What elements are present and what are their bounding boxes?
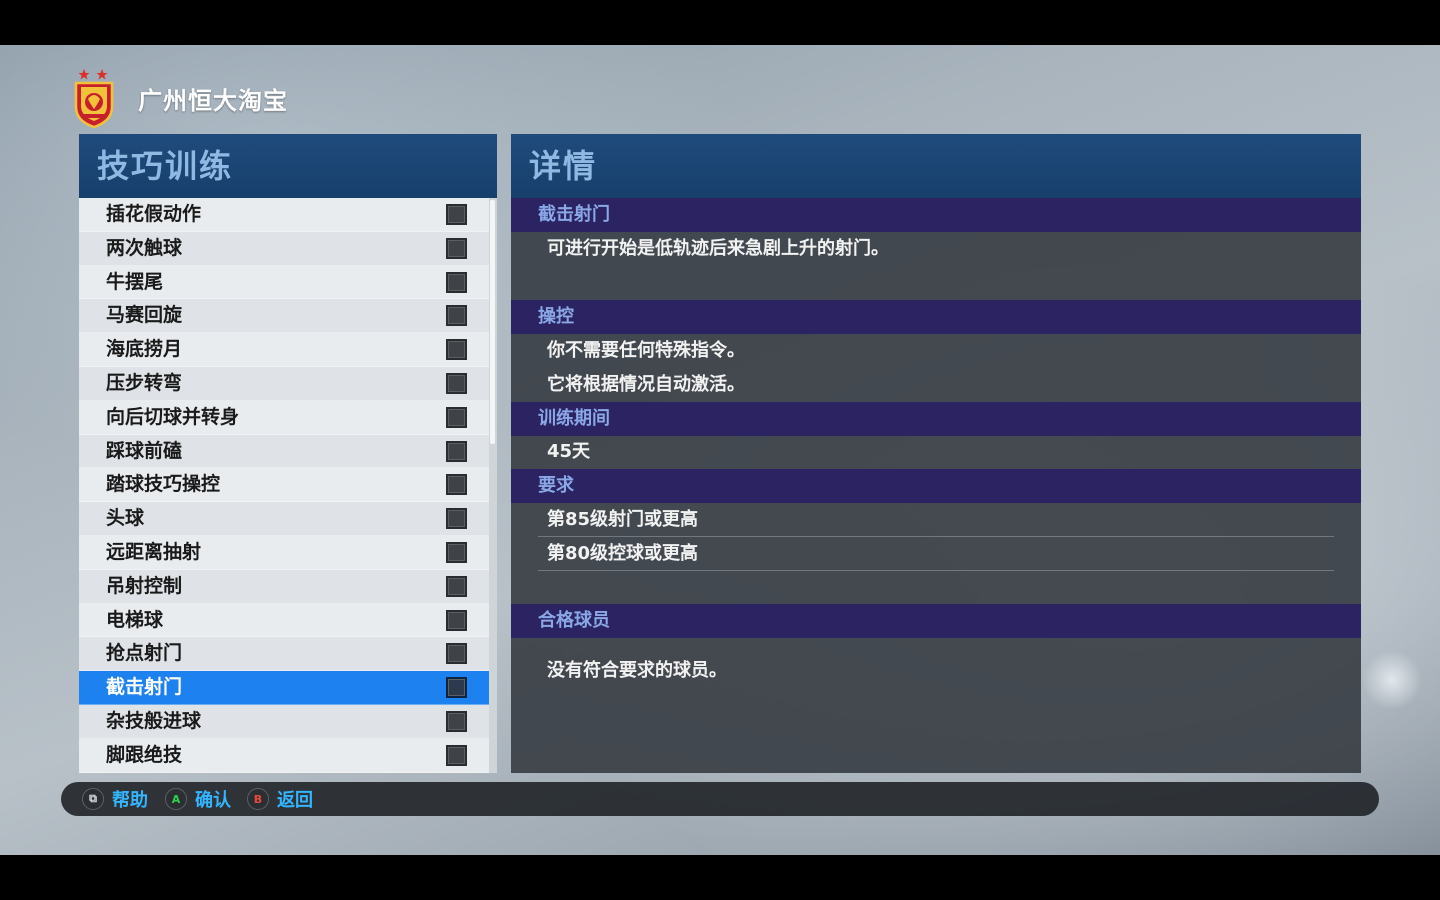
skill-item-label: 海底捞月 [106, 338, 183, 361]
skill-item-label: 脚跟绝技 [106, 743, 183, 766]
requirement-item: 第80级控球或更高 [547, 543, 699, 564]
skill-list-scrollbar[interactable] [489, 198, 497, 773]
skill-checkbox[interactable] [446, 575, 467, 597]
skill-item-label: 踏球技巧操控 [106, 473, 221, 496]
controls-bar: ⧉ 帮助 A 确认 B 返回 [61, 782, 1379, 816]
skill-item-label: 向后切球并转身 [106, 405, 240, 428]
skill-checkbox[interactable] [446, 541, 467, 563]
control-line-2: 它将根据情况自动激活。 [547, 374, 745, 395]
control-line-1: 你不需要任何特殊指令。 [547, 340, 745, 361]
training-period-value: 45天 [547, 441, 591, 462]
back-label: 返回 [277, 790, 313, 811]
skill-checkbox[interactable] [446, 643, 467, 665]
skill-training-title: 技巧训练 [79, 134, 497, 198]
skill-checkbox[interactable] [446, 744, 467, 766]
requirement-item: 第85级射门或更高 [547, 509, 699, 530]
requirement-divider [538, 570, 1334, 571]
skill-item-label: 头球 [106, 507, 145, 530]
skill-checkbox[interactable] [446, 710, 467, 732]
skill-item[interactable]: 踏球技巧操控 [79, 468, 489, 503]
skill-item[interactable]: 杂技般进球 [79, 704, 489, 739]
control-heading: 操控 [511, 300, 1361, 334]
letterbox-bottom [0, 855, 1440, 900]
skill-item-label: 两次触球 [106, 236, 183, 259]
skill-checkbox[interactable] [446, 474, 467, 496]
details-panel: 详情 截击射门 可进行开始是低轨迹后来急剧上升的射门。 操控 你不需要任何特殊指… [511, 134, 1361, 773]
skill-item[interactable]: 抢点射门 [79, 637, 489, 672]
skill-item[interactable]: 踩球前磕 [79, 434, 489, 469]
skill-checkbox[interactable] [446, 237, 467, 259]
skill-checkbox[interactable] [446, 677, 467, 699]
details-title: 详情 [511, 134, 1361, 198]
skill-name-heading: 截击射门 [511, 198, 1361, 232]
confirm-label: 确认 [195, 790, 231, 811]
confirm-control[interactable]: A 确认 [165, 782, 231, 816]
skill-item-label: 插花假动作 [106, 203, 202, 225]
club-crest-icon [74, 69, 114, 129]
skill-checkbox[interactable] [446, 372, 467, 394]
touchpad-button-icon: ⧉ [82, 788, 104, 810]
skill-item-label: 踩球前磕 [106, 439, 183, 462]
help-control[interactable]: ⧉ 帮助 [82, 782, 148, 816]
skill-checkbox[interactable] [446, 339, 467, 361]
skill-item-label: 远距离抽射 [106, 540, 202, 563]
skill-item[interactable]: 头球 [79, 502, 489, 536]
skill-item-label: 电梯球 [106, 608, 164, 631]
skill-item[interactable]: 脚跟绝技 [79, 738, 489, 773]
skill-item[interactable]: 吊射控制 [79, 569, 489, 604]
scrollbar-thumb[interactable] [490, 200, 495, 444]
back-control[interactable]: B 返回 [247, 782, 313, 816]
skill-checkbox[interactable] [446, 440, 467, 462]
eligible-players-heading: 合格球员 [511, 604, 1361, 638]
skill-item[interactable]: 牛摆尾 [79, 265, 489, 300]
skill-item-label: 吊射控制 [106, 574, 183, 597]
requirements-heading: 要求 [511, 469, 1361, 503]
skill-item[interactable]: 电梯球 [79, 603, 489, 638]
background-glow [1362, 650, 1422, 710]
skill-item-label: 马赛回旋 [106, 304, 183, 327]
skill-description: 可进行开始是低轨迹后来急剧上升的射门。 [547, 238, 889, 259]
skill-list: 插花假动作 两次触球 牛摆尾 马赛回旋 海底捞月 压步转弯 向后切球并转身 踩球… [79, 198, 497, 773]
skill-item[interactable]: 海底捞月 [79, 333, 489, 367]
skill-checkbox[interactable] [446, 609, 467, 631]
skill-item-label: 截击射门 [106, 676, 183, 699]
skill-checkbox[interactable] [446, 305, 467, 327]
eligible-players-text: 没有符合要求的球员。 [547, 660, 727, 681]
skill-item-label: 牛摆尾 [106, 270, 164, 293]
skill-training-panel: 技巧训练 插花假动作 两次触球 牛摆尾 马赛回旋 海底捞月 压步转弯 向后切球并… [79, 134, 497, 773]
skill-item-label: 压步转弯 [106, 371, 183, 394]
skill-checkbox[interactable] [446, 271, 467, 293]
skill-item[interactable]: 插花假动作 [79, 198, 489, 232]
help-label: 帮助 [112, 790, 148, 811]
a-button-icon: A [165, 788, 187, 810]
game-screen: 广州恒大淘宝 技巧训练 插花假动作 两次触球 牛摆尾 马赛回旋 海底捞月 压步转… [0, 45, 1440, 855]
skill-item[interactable]: 两次触球 [79, 231, 489, 266]
skill-item[interactable]: 向后切球并转身 [79, 400, 489, 435]
skill-item-label: 杂技般进球 [106, 709, 202, 732]
skill-item[interactable]: 马赛回旋 [79, 299, 489, 334]
skill-checkbox[interactable] [446, 406, 467, 428]
b-button-icon: B [247, 788, 269, 810]
skill-item-label: 抢点射门 [106, 642, 183, 665]
club-name: 广州恒大淘宝 [138, 87, 288, 115]
training-period-heading: 训练期间 [511, 402, 1361, 436]
skill-checkbox[interactable] [446, 204, 467, 225]
skill-item-selected[interactable]: 截击射门 [79, 671, 489, 705]
skill-item[interactable]: 压步转弯 [79, 366, 489, 401]
letterbox-top [0, 0, 1440, 45]
skill-item[interactable]: 远距离抽射 [79, 535, 489, 570]
skill-checkbox[interactable] [446, 508, 467, 530]
